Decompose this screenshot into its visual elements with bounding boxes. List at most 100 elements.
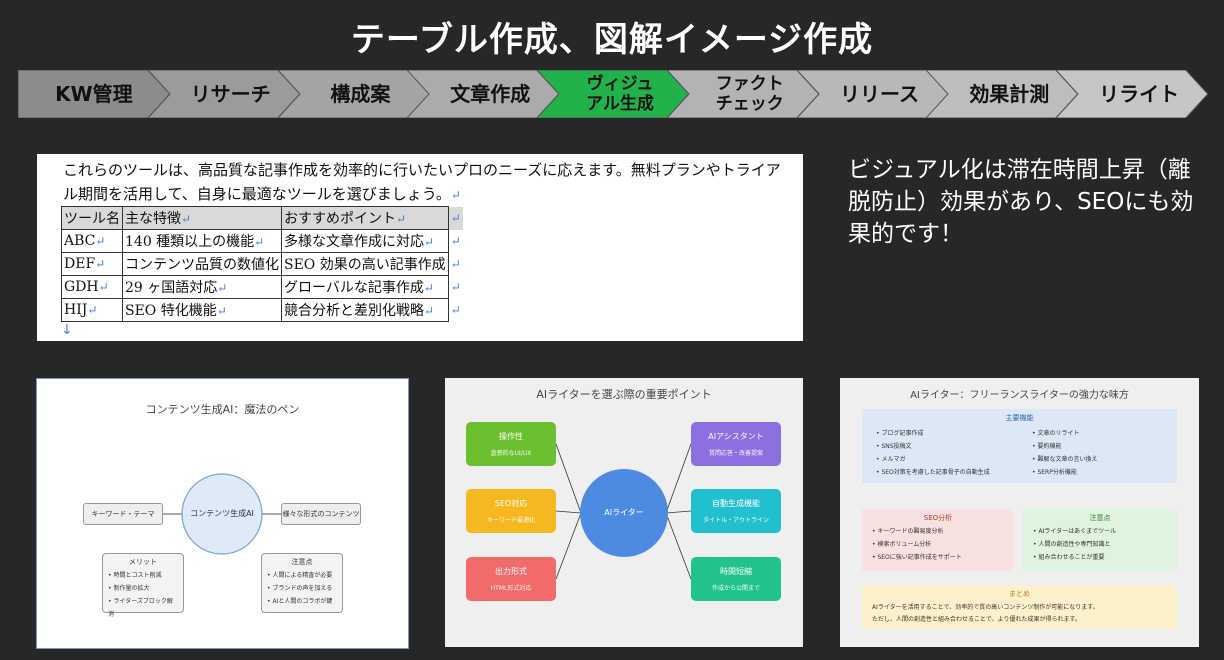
node-title: 出力形式 [495, 567, 527, 576]
input-node: キーワード・テーマ [83, 503, 163, 525]
summary-line: ただし、人間の創造性と組み合わせることで、より優れた成果が得られます。 [872, 616, 1081, 623]
node-title: 操作性 [499, 432, 523, 441]
caution-box: 注意点 人間による精査が必要 ブランドの声を加える AIと人間のコラボが鍵 [261, 553, 343, 613]
node-title: 自動生成機能 [712, 499, 760, 508]
notes-title: 注意点 [1089, 514, 1111, 522]
table-cell: コンテンツ品質の数値化 [122, 252, 282, 276]
node-title: AIアシスタント [708, 432, 764, 441]
caution-item: AIと人間のコラボが鍵 [267, 595, 337, 608]
seo-title: SEO分析 [923, 514, 953, 522]
table-row: HIJ↵ SEO 特化機能↵ 競合分析と差別化戦略↵ ↵ [61, 298, 464, 322]
diagram-ai-writer-points: AIライターを選ぶ際の重要ポイント AIライター 操作性 直感的なUI/UX SE… [445, 378, 803, 647]
table-cell: SEO 特化機能↵ [122, 298, 282, 322]
step-label: ヴィジュ アル生成 [586, 74, 654, 114]
feature-item: SEO対策を考慮した記事骨子の自動生成 [876, 466, 989, 479]
node-sub: 直感的なUI/UX [490, 450, 532, 457]
seo-analysis-box: SEO分析 キーワードの難易度分析 検索ボリューム分析 SEOに強い記事作成をサ… [862, 509, 1014, 571]
output-node: 様々な形式のコンテンツ [281, 503, 361, 525]
row-mark: ↵ [450, 234, 461, 248]
center-node: AIライター [604, 508, 644, 517]
node-sub: キーワード最適化 [486, 517, 535, 524]
notes-box: 注意点 AIライターはあくまでツール 人間の創造性や専門知識と 組み合わせること… [1023, 509, 1177, 571]
table-cell: ABC↵ [61, 229, 123, 253]
process-steps: KW管理 リサーチ 構成案 文章作成 ヴィジュ アル生成 ファクト チェック リリース 効果計… [18, 70, 1208, 118]
merit-item: ライターズブロック解消 [108, 595, 178, 621]
node-time-saving: 時間短縮作成から公開まで [691, 557, 781, 601]
node-sub: 質問応答・改善提案 [708, 450, 763, 457]
caution-item: ブランドの声を加える [267, 582, 337, 595]
diagram-title: AIライター：フリーランスライターの強力な味方 [910, 390, 1129, 401]
node-usability: 操作性直感的なUI/UX [466, 422, 556, 466]
table-row: ABC↵ 140 種類以上の機能↵ 多様な文章作成に対応↵ ↵ [61, 229, 464, 253]
row-mark: ↵ [448, 206, 464, 230]
summary-box: まとめ AIライターを活用することで、効率的で質の高いコンテンツ制作が可能になり… [862, 585, 1177, 629]
summary-line: AIライターを活用することで、効率的で質の高いコンテンツ制作が可能になります。 [872, 604, 1099, 611]
note-item: 組み合わせることが重要 [1033, 551, 1167, 564]
header-cell: ツール名 [61, 206, 123, 230]
paragraph-mark: ↓ [61, 322, 73, 338]
doc-paragraph: これらのツールは、高品質な記事作成を効率的に行いたいプロのニーズに応えます。無料… [63, 161, 781, 203]
table-cell: グローバルな記事作成↵ [281, 275, 449, 299]
caution-title: 注意点 [291, 558, 313, 566]
merit-item: 制作量の拡大 [108, 582, 178, 595]
step-9: リライト [1056, 70, 1208, 118]
caution-item: 人間による精査が必要 [267, 569, 337, 582]
node-seo: SEO対応キーワード最適化 [466, 489, 556, 533]
node-ai-assistant: AIアシスタント 質問応答・改善提案 [691, 422, 781, 466]
merit-title: メリット [129, 558, 157, 566]
merit-box: メリット 時間とコスト削減 制作量の拡大 ライターズブロック解消 [102, 553, 184, 618]
row-mark: ↵ [450, 257, 461, 271]
step-label: 構成案 [330, 82, 391, 106]
node-sub: 作成から公開まで [711, 585, 760, 592]
row-mark: ↵ [450, 280, 461, 294]
step-label: 文章作成 [450, 82, 531, 106]
feature-item: SNS投稿文 [876, 440, 990, 453]
header-cell: 主な特徴↵ [122, 206, 282, 230]
header-cell: おすすめポイント↵ [281, 206, 449, 230]
center-node: コンテンツ生成AI [190, 509, 254, 518]
table-cell: GDH↵ [61, 275, 123, 299]
diagram-magic-pen: コンテンツ生成AI：魔法のペン コンテンツ生成AI キーワード・テーマ 様々な形… [36, 378, 409, 649]
feature-item: 難解な文章の言い換え [1032, 453, 1097, 466]
node-sub: HTML形式対応 [490, 585, 532, 592]
node-auto-generation: 自動生成機能タイトル・アウトライン [691, 489, 781, 533]
feature-item: SERP分析機能 [1032, 466, 1097, 479]
page-title: テーブル作成、図解イメージ作成 [350, 20, 874, 60]
step-label: リサーチ [190, 82, 271, 106]
merit-item: 時間とコスト削減 [108, 569, 178, 582]
node-title: SEO対応 [494, 499, 528, 508]
row-mark: ↵ [450, 303, 461, 317]
seo-item: SEOに強い記事作成をサポート [872, 551, 1004, 564]
summary-title: まとめ [1009, 590, 1030, 598]
main-features-title: 主要機能 [1005, 414, 1034, 422]
table-cell: SEO 効果の高い記事作成 [281, 252, 449, 276]
step-label: リリース [840, 82, 920, 106]
step-label: 効果計測 [969, 82, 1050, 106]
note-item: AIライターはあくまでツール [1033, 525, 1167, 538]
seo-item: キーワードの難易度分析 [872, 525, 1004, 538]
side-caption: ビジュアル化は滞在時間上昇（離脱防止）効果があり、SEOにも効果的です！ [848, 157, 1194, 247]
table-cell: 多様な文章作成に対応↵ [281, 229, 449, 253]
table-cell: HIJ↵ [61, 298, 123, 322]
step-label: リライト [1099, 82, 1180, 106]
main-features-box: 主要機能 ブログ記事作成 SNS投稿文 メルマガ SEO対策を考慮した記事骨子の… [862, 409, 1177, 483]
table-cell: 競合分析と差別化戦略↵ [281, 298, 449, 322]
document-panel: これらのツールは、高品質な記事作成を効率的に行いたいプロのニーズに応えます。無料… [37, 154, 803, 341]
table-row: GDH↵ 29 ヶ国語対応↵ グローバルな記事作成↵ ↵ [61, 275, 464, 299]
table-cell: 140 種類以上の機能↵ [122, 229, 282, 253]
table-cell: 29 ヶ国語対応↵ [122, 275, 282, 299]
tool-table: ツール名 主な特徴↵ おすすめポイント↵ ↵ ABC↵ 140 種類以上の機能↵… [61, 206, 464, 322]
feature-item: 要約機能 [1032, 440, 1097, 453]
node-output-format: 出力形式 HTML形式対応 [466, 557, 556, 601]
feature-item: 文章のリライト [1032, 427, 1097, 440]
table-header-row: ツール名 主な特徴↵ おすすめポイント↵ ↵ [61, 206, 464, 230]
table-row: DEF↵ コンテンツ品質の数値化 SEO 効果の高い記事作成 ↵ [61, 252, 464, 276]
node-sub: タイトル・アウトライン [702, 517, 769, 524]
seo-item: 検索ボリューム分析 [872, 538, 1004, 551]
step-label: KW管理 [55, 82, 133, 106]
node-title: 時間短縮 [720, 567, 752, 576]
diagram-freelance-writer: AIライター：フリーランスライターの強力な味方 主要機能 ブログ記事作成 SNS… [840, 378, 1199, 647]
step-label: ファクト チェック [715, 74, 784, 114]
note-item: 人間の創造性や専門知識と [1033, 538, 1167, 551]
feature-item: メルマガ [876, 453, 990, 466]
